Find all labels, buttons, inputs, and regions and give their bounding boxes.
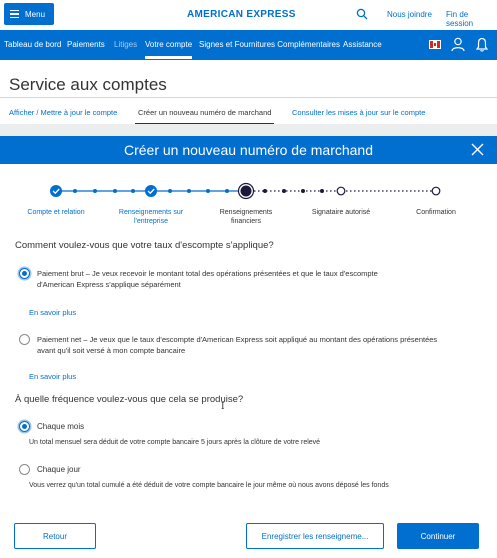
step-label-line: Renseignements sur xyxy=(118,209,184,216)
step-label-line: Confirmation xyxy=(416,209,456,216)
nav-item-dashboard[interactable]: Tableau de bord xyxy=(4,40,61,49)
step-label-confirmation: Confirmation xyxy=(396,208,476,217)
radio-gross-payment[interactable] xyxy=(19,268,30,279)
step-label-financial: Renseignements financiers xyxy=(206,208,286,226)
brand-logo[interactable]: AMERICAN EXPRESS xyxy=(187,9,296,20)
stepper-dot xyxy=(113,189,117,193)
step-2-check-icon xyxy=(145,185,157,197)
step-label-business: Renseignements sur l'entreprise xyxy=(107,208,195,226)
search-icon[interactable] xyxy=(356,8,368,20)
step-label-line: Compte et relation xyxy=(27,209,85,216)
logout-link[interactable]: Fin de session xyxy=(446,10,497,28)
text-cursor-icon: I xyxy=(221,402,225,412)
modal-title: Créer un nouveau numéro de marchand xyxy=(123,142,374,158)
hamburger-icon xyxy=(10,9,19,19)
learn-more-link[interactable]: En savoir plus xyxy=(29,372,76,381)
back-button[interactable]: Retour xyxy=(14,523,96,549)
discount-question: Comment voulez-vous que votre taux d'esc… xyxy=(15,240,274,251)
option-daily-label[interactable]: Chaque jour xyxy=(37,464,477,475)
main-nav: Tableau de bord Paiements Litiges Votre … xyxy=(0,30,497,60)
nav-item-assistance[interactable]: Assistance xyxy=(343,40,382,49)
nav-item-payments[interactable]: Paiements xyxy=(67,40,105,49)
menu-button[interactable]: Menu xyxy=(4,3,54,25)
frequency-question: À quelle fréquence voulez-vous que cela … xyxy=(15,394,244,405)
section-separator xyxy=(0,124,497,136)
step-label-line: financiers xyxy=(231,218,261,225)
stepper-dot xyxy=(206,189,210,193)
step-label-line: Renseignements xyxy=(219,209,273,216)
nav-item-disputes[interactable]: Litiges xyxy=(114,40,137,49)
option-daily-desc: Vous verrez qu'un total cumulé a été déd… xyxy=(29,482,389,489)
stepper-dot xyxy=(93,189,97,193)
modal-header: Créer un nouveau numéro de marchand xyxy=(0,136,497,164)
top-header: Menu AMERICAN EXPRESS Nous joindre Fin d… xyxy=(0,0,497,30)
step-1-check-icon xyxy=(50,185,62,197)
menu-label: Menu xyxy=(25,9,46,19)
stepper-dot xyxy=(225,189,229,193)
nav-item-your-account[interactable]: Votre compte xyxy=(145,40,193,59)
stepper-dot xyxy=(73,189,77,193)
divider xyxy=(0,97,497,98)
step-4-icon xyxy=(336,186,346,196)
radio-daily[interactable] xyxy=(19,464,30,475)
option-net-payment-text: Paiement net – Je veux que le taux d'esc… xyxy=(37,334,477,356)
tab-update-account[interactable]: Afficher / Mettre à jour le compte xyxy=(9,108,117,117)
page-title: Service aux comptes xyxy=(9,75,167,94)
tab-account-updates[interactable]: Consulter les mises à jour sur le compte xyxy=(292,108,425,117)
stepper-dot xyxy=(168,189,172,193)
canada-flag-icon[interactable] xyxy=(429,40,441,49)
stepper-dot xyxy=(282,189,286,193)
step-5-icon xyxy=(431,186,441,196)
nav-item-supplies[interactable]: Signes et Fournitures Complémentaires xyxy=(199,40,340,49)
option-line: Paiement net – Je veux que le taux d'esc… xyxy=(37,335,438,344)
progress-stepper xyxy=(50,182,441,200)
tab-new-merchant-number[interactable]: Créer un nouveau numéro de marchand xyxy=(134,108,275,125)
continue-button[interactable]: Continuer xyxy=(397,523,479,549)
learn-more-link[interactable]: En savoir plus xyxy=(29,308,76,317)
stepper-dot xyxy=(301,189,305,193)
option-gross-payment-text: Paiement brut – Je veux recevoir le mont… xyxy=(37,268,477,290)
user-icon[interactable] xyxy=(451,37,465,52)
stepper-dot xyxy=(131,189,135,193)
stepper-dot xyxy=(320,189,324,193)
bell-icon[interactable] xyxy=(476,37,488,52)
step-label-line: Signataire autorisé xyxy=(311,209,371,216)
radio-monthly[interactable] xyxy=(19,421,30,432)
save-progress-button[interactable]: Enregistrer les renseigneme... xyxy=(246,523,384,549)
option-monthly-label[interactable]: Chaque mois xyxy=(37,421,477,432)
option-line: avant qu'il soit versé à mon compte banc… xyxy=(37,346,186,355)
close-icon[interactable] xyxy=(471,143,484,156)
step-label-account: Compte et relation xyxy=(16,208,96,217)
stepper-dot xyxy=(263,189,267,193)
option-line: Paiement brut – Je veux recevoir le mont… xyxy=(37,269,378,278)
radio-net-payment[interactable] xyxy=(19,334,30,345)
step-label-line: l'entreprise xyxy=(133,218,169,225)
stepper-dot xyxy=(187,189,191,193)
step-label-signatory: Signataire autorisé xyxy=(301,208,381,217)
contact-link[interactable]: Nous joindre xyxy=(387,10,432,19)
option-line: d'American Express s'applique séparément xyxy=(37,280,181,289)
option-monthly-desc: Un total mensuel sera déduit de votre co… xyxy=(29,439,321,446)
step-3-current-icon xyxy=(237,182,255,200)
